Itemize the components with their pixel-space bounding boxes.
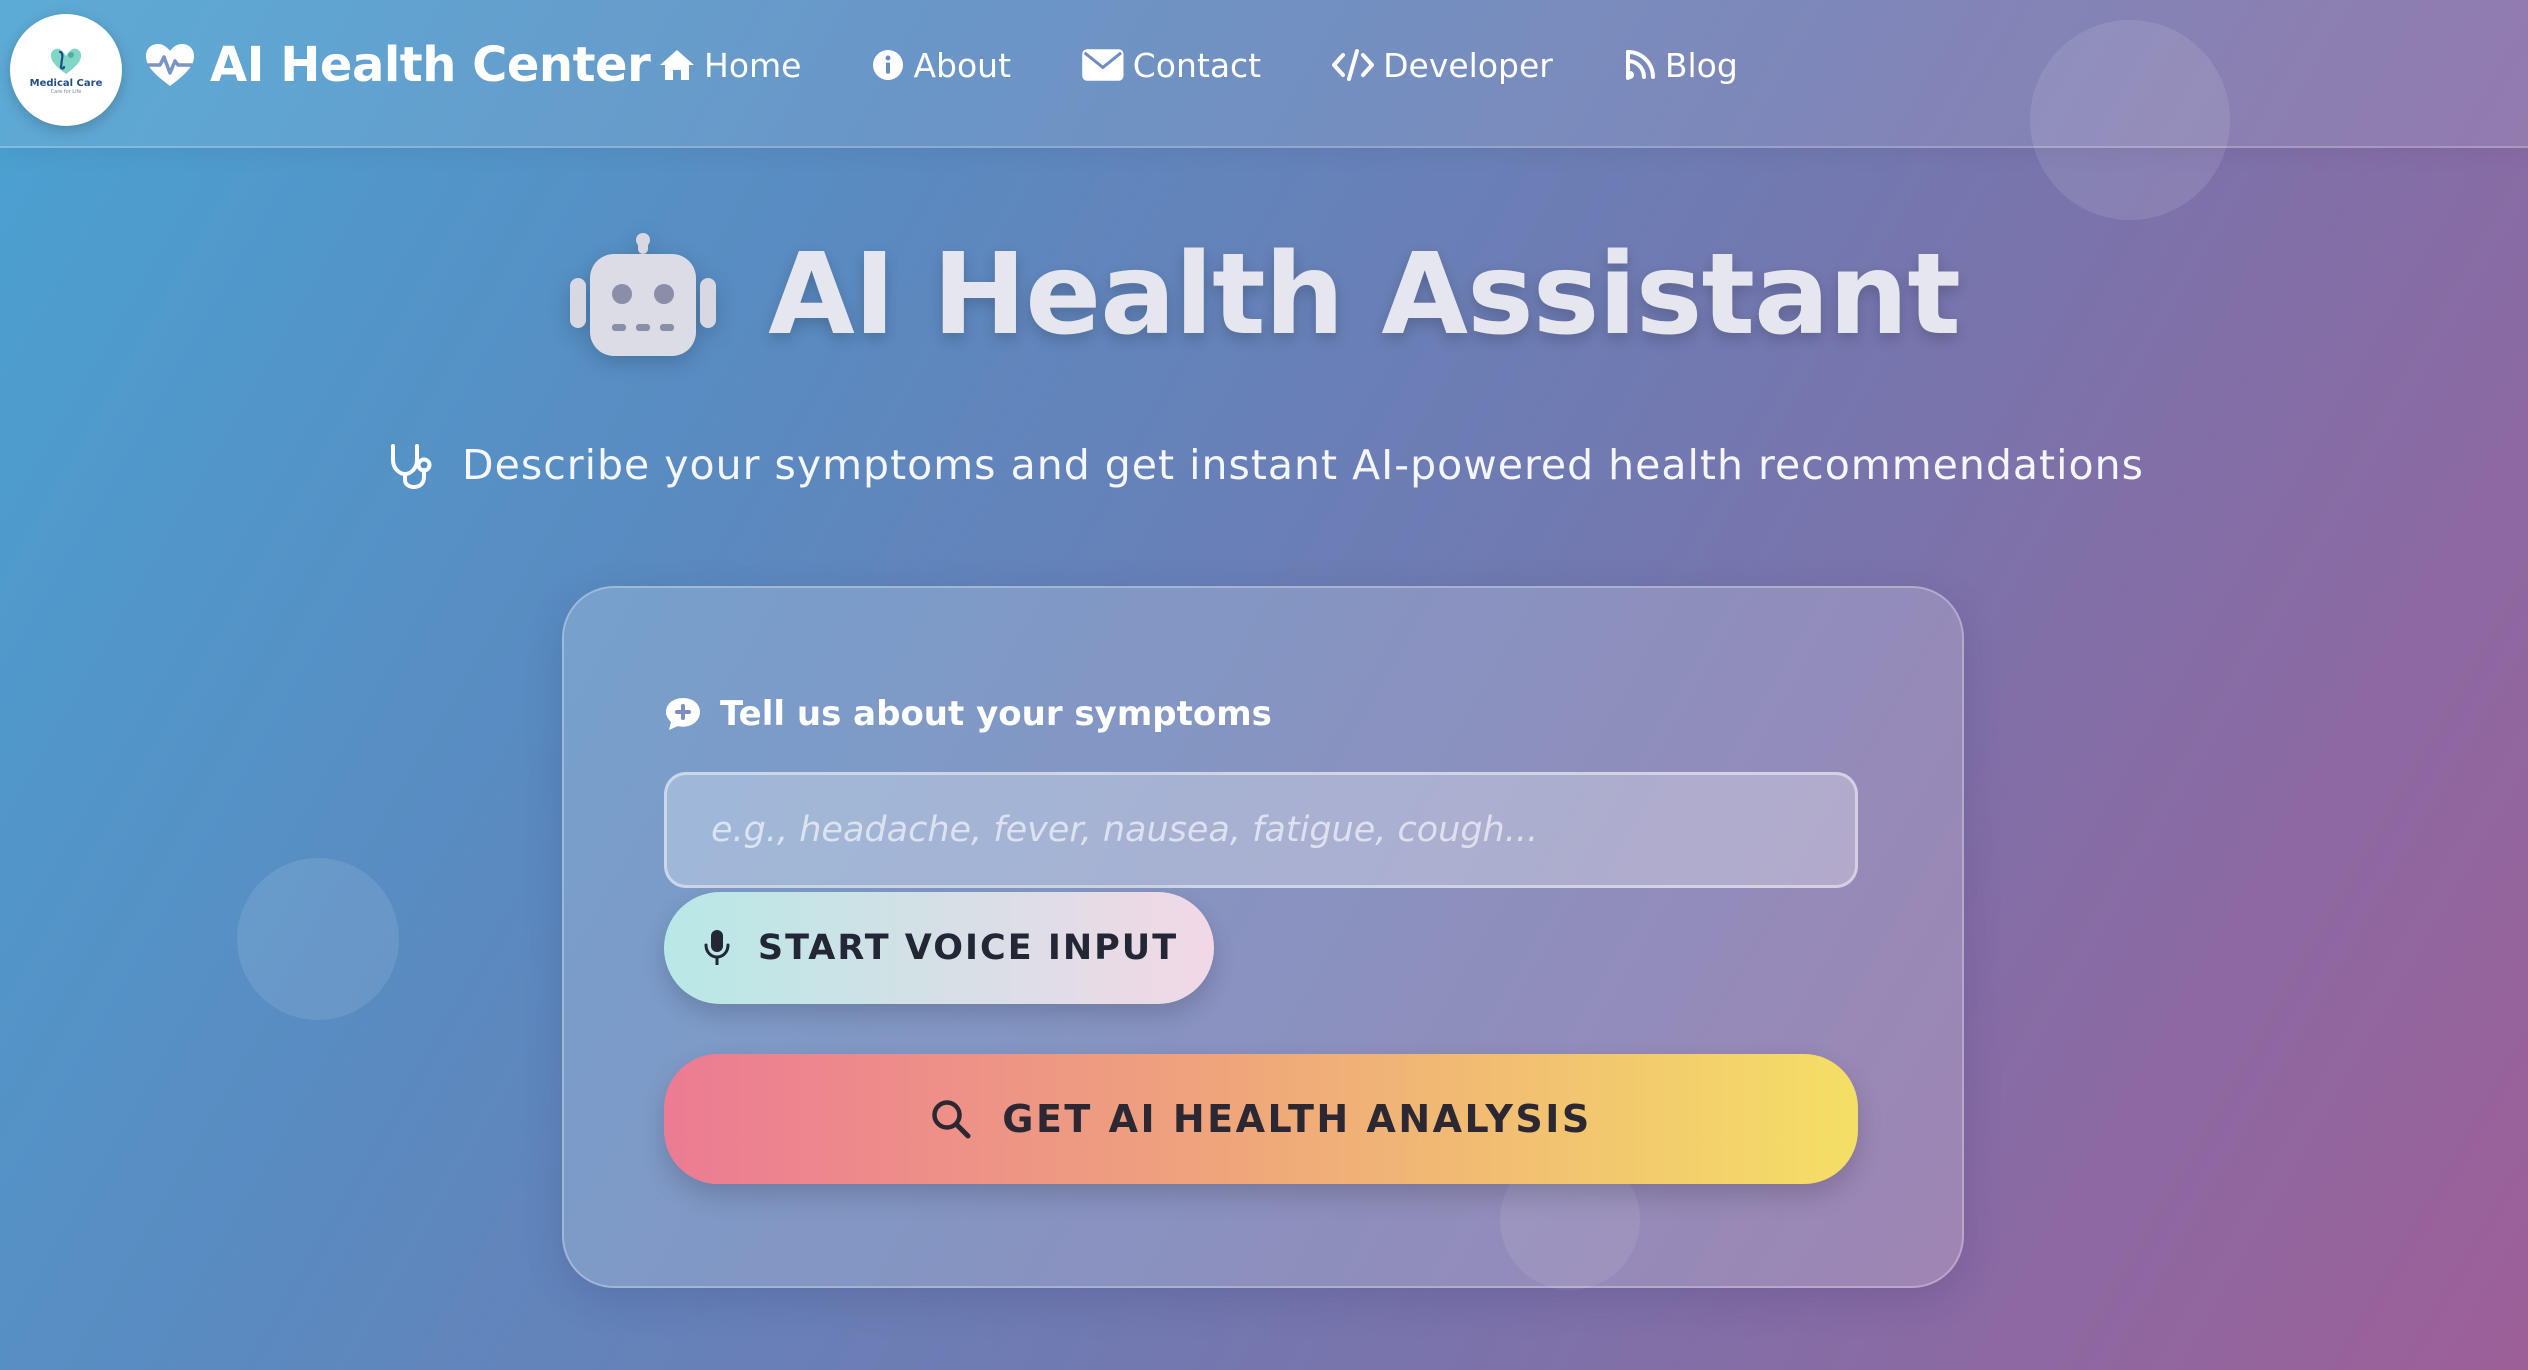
voice-button-label: START VOICE INPUT — [757, 928, 1179, 968]
symptom-card: Tell us about your symptoms START VOICE … — [562, 586, 1964, 1288]
logo-tagline: Care for Life — [50, 88, 82, 95]
symptom-label-text: Tell us about your symptoms — [720, 694, 1272, 734]
symptom-label: Tell us about your symptoms — [664, 694, 1272, 734]
site-logo[interactable]: Medical Care Care for Life — [10, 14, 122, 126]
brand-title: AI Health Center — [210, 37, 651, 93]
envelope-icon — [1082, 49, 1124, 81]
logo-text: Medical Care — [29, 77, 103, 89]
nav-item-label: Developer — [1383, 45, 1553, 85]
nav-item-label: Contact — [1132, 45, 1262, 85]
nav-item-home[interactable]: Home — [658, 46, 801, 85]
robot-icon — [570, 233, 717, 356]
search-icon — [932, 1100, 971, 1139]
microphone-icon — [704, 930, 730, 965]
nav-item-label: Blog — [1664, 45, 1738, 85]
home-icon — [660, 50, 694, 80]
code-icon — [1332, 49, 1375, 81]
nav-item-label: Home — [704, 45, 802, 85]
subtitle-text: Describe your symptoms and get instant A… — [462, 441, 2144, 489]
stethoscope-icon — [391, 444, 432, 490]
main-nav: Home About Contact Developer Blog — [658, 30, 1808, 100]
heart-logo-icon — [50, 48, 82, 74]
page-title: AI Health Assistant — [768, 230, 1961, 360]
page-subtitle: Describe your symptoms and get instant A… — [0, 440, 2528, 490]
navbar: Medical Care Care for Life AI Health Cen… — [0, 0, 2528, 148]
nav-item-about[interactable]: About — [871, 46, 1011, 85]
nav-item-developer[interactable]: Developer — [1331, 46, 1553, 85]
symptom-input[interactable] — [664, 772, 1858, 888]
feed-icon — [1625, 50, 1655, 80]
nav-item-contact[interactable]: Contact — [1081, 46, 1261, 85]
decorative-bubble — [237, 858, 399, 1020]
nav-item-blog[interactable]: Blog — [1623, 46, 1738, 85]
start-voice-input-button[interactable]: START VOICE INPUT — [664, 892, 1214, 1004]
get-ai-health-analysis-button[interactable]: GET AI HEALTH ANALYSIS — [664, 1054, 1858, 1184]
hero: AI Health Assistant — [0, 225, 2528, 365]
heartbeat-icon — [146, 44, 194, 86]
info-icon — [873, 50, 904, 80]
analyze-button-label: GET AI HEALTH ANALYSIS — [1002, 1097, 1592, 1141]
nav-item-label: About — [913, 45, 1012, 85]
brand[interactable]: AI Health Center — [144, 30, 651, 100]
comment-medical-icon — [666, 698, 700, 730]
